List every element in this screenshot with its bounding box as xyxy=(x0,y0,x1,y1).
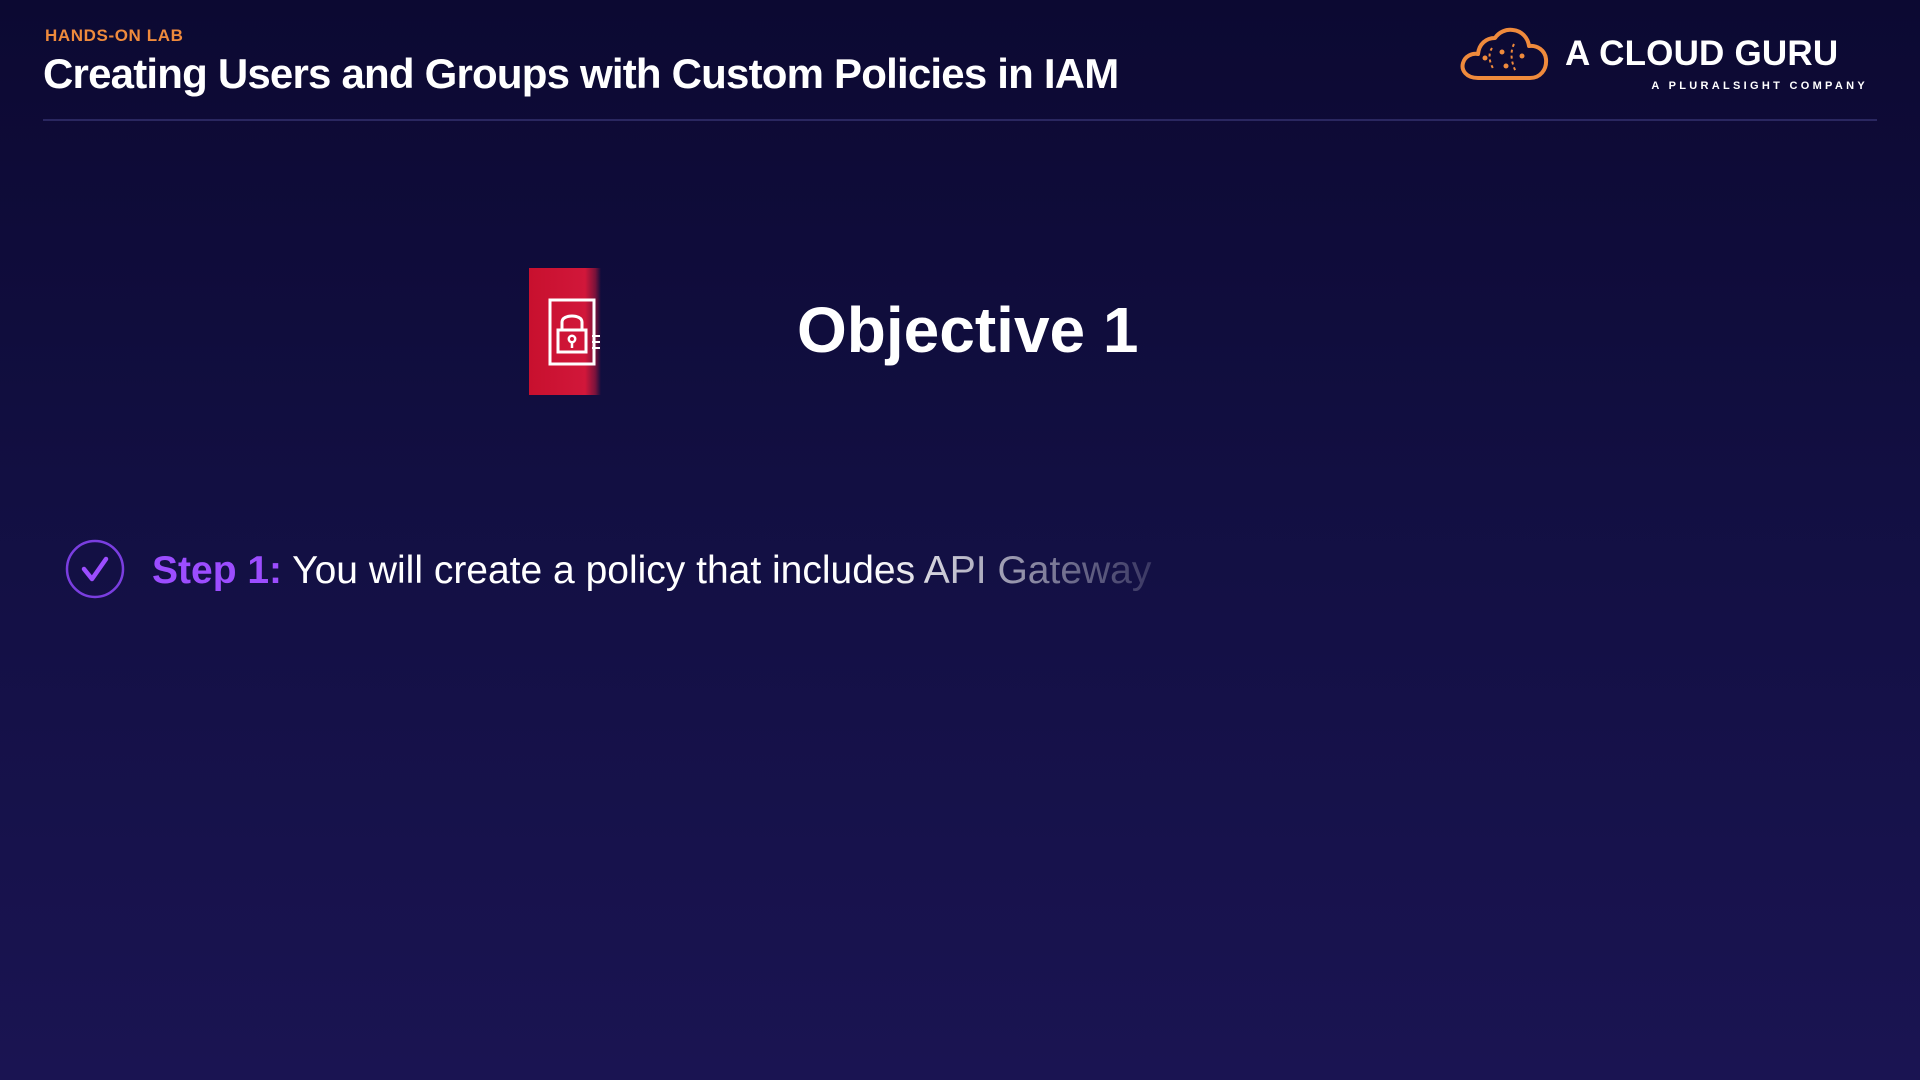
step-text: Step 1: You will create a policy that in… xyxy=(152,549,1212,593)
step-description: You will create a policy that includes A… xyxy=(292,549,1152,592)
iam-service-tile xyxy=(529,268,601,395)
step-item: Step 1: You will create a policy that in… xyxy=(65,539,1265,601)
objective-title: Objective 1 xyxy=(797,294,1139,366)
checkmark-circle-icon xyxy=(65,539,125,599)
slide-header: HANDS-ON LAB Creating Users and Groups w… xyxy=(0,0,1920,122)
step-label: Step 1: xyxy=(152,549,283,592)
brand-logo-group: A CLOUD GURU A PLURALSIGHT COMPANY xyxy=(1458,24,1868,94)
header-divider xyxy=(43,119,1877,121)
page-title: Creating Users and Groups with Custom Po… xyxy=(43,50,1119,97)
lab-type-label: HANDS-ON LAB xyxy=(45,26,184,45)
cloud-logo-icon xyxy=(1460,27,1549,80)
brand-name: A CLOUD GURU xyxy=(1565,34,1839,73)
iam-lock-icon xyxy=(548,298,600,366)
brand-tagline: A PLURALSIGHT COMPANY xyxy=(1651,80,1868,92)
